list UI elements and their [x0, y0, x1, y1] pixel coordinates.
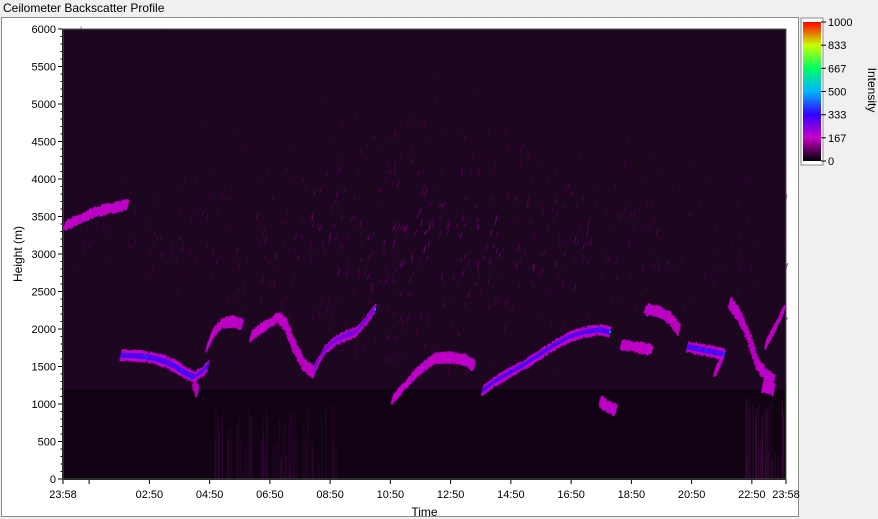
x-tick-label: 18:50	[618, 489, 646, 501]
layer-peak	[374, 308, 376, 311]
colorbar-tick-label: 167	[828, 133, 846, 145]
colorbar-title: Intensity	[865, 68, 878, 113]
x-axis: 23:58 02:50 04:50 06:50 08:50 10:50 12:50 14:50…	[49, 479, 800, 501]
x-axis-title: Time	[411, 505, 438, 519]
y-tick-label: 4000	[32, 174, 56, 186]
x-tick-label: 23:58	[772, 489, 800, 501]
layer-peak	[609, 331, 611, 333]
y-tick-label: 1000	[32, 399, 56, 411]
x-tick-label: 23:58	[49, 489, 77, 501]
y-tick-label: 2500	[32, 287, 56, 299]
colorbar-tick-label: 500	[828, 87, 846, 99]
colorbar-tick-label: 1000	[828, 17, 852, 29]
colorbar-tick-label: 667	[828, 63, 846, 75]
x-tick-label: 06:50	[256, 489, 284, 501]
y-tick-label: 6000	[32, 24, 56, 36]
y-tick-label: 5000	[32, 99, 56, 111]
x-tick-label: 04:50	[196, 489, 224, 501]
colorbar-ticks: 1000 833 667 500 333 167 0	[821, 17, 852, 168]
colorbar-tick-label: 833	[828, 40, 846, 52]
y-tick-label: 500	[38, 437, 56, 449]
y-tick-label: 2000	[32, 324, 56, 336]
colorbar-tick-label: 333	[828, 110, 846, 122]
y-tick-label: 4500	[32, 137, 56, 149]
x-tick-label: 10:50	[377, 489, 405, 501]
x-tick-label: 16:50	[557, 489, 585, 501]
ceilometer-chart-window: Ceilometer Backscatter Profile 0 500 1000 1…	[0, 0, 878, 519]
y-tick-label: 5500	[32, 62, 56, 74]
y-tick-label: 0	[50, 474, 56, 486]
x-tick-label: 08:50	[316, 489, 344, 501]
y-axis-title: Height (m)	[11, 226, 25, 282]
x-tick-label: 22:50	[738, 489, 766, 501]
x-tick-label: 14:50	[497, 489, 525, 501]
y-tick-label: 3000	[32, 249, 56, 261]
near-ground-layer	[63, 389, 786, 479]
colorbar[interactable]	[803, 22, 821, 161]
colorbar-tick-label: 0	[828, 156, 834, 168]
y-tick-label: 1500	[32, 362, 56, 374]
x-tick-label: 20:50	[678, 489, 706, 501]
y-tick-label: 3500	[32, 212, 56, 224]
x-tick-label: 02:50	[136, 489, 164, 501]
backscatter-chart: 0500100015002000250030003500400045005000…	[11, 17, 878, 519]
y-axis: 0 500 1000 1500 2000 2500 3000 3500 4000 4500 5000…	[32, 24, 63, 486]
x-tick-label: 12:50	[437, 489, 465, 501]
